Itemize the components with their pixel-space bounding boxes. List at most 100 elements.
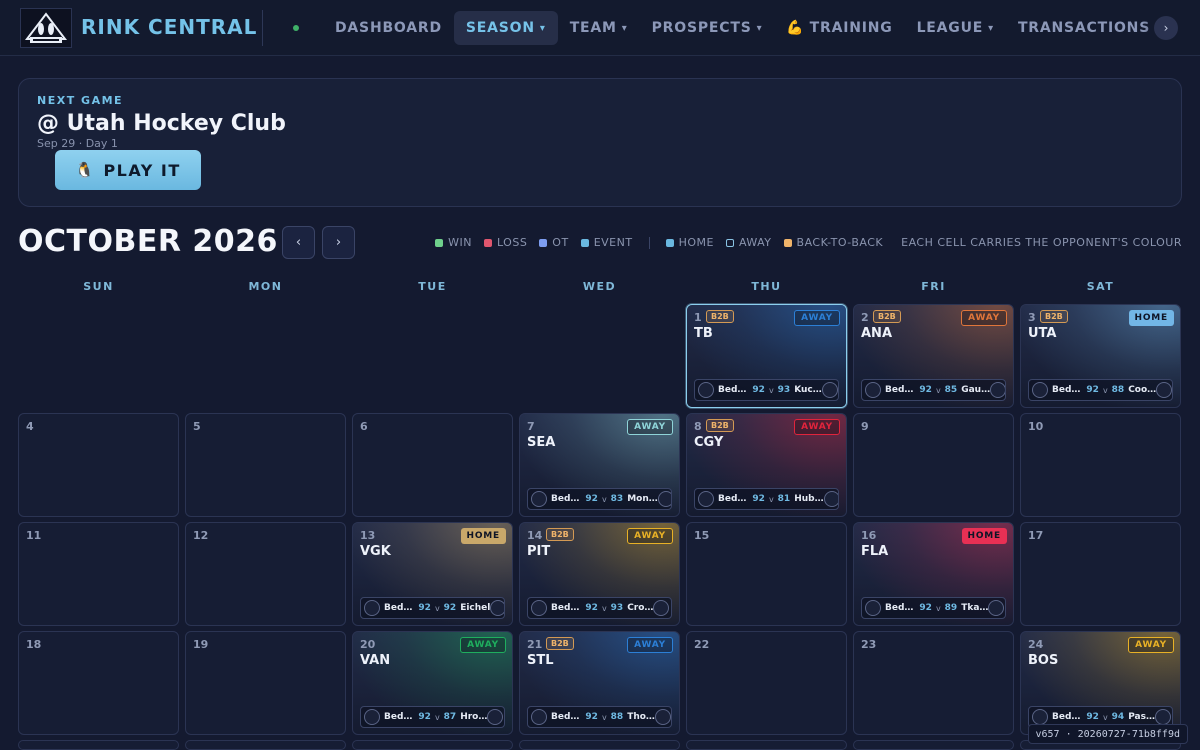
- player-avatar: [364, 709, 380, 725]
- versus-label: v: [434, 712, 440, 722]
- nav-item-prospects[interactable]: PROSPECTS ▾: [640, 11, 775, 45]
- day-number: 3: [1028, 311, 1036, 324]
- version-badge: v657 · 20260727-71b8ff9d: [1027, 724, 1188, 744]
- home-player-name: Bed…: [885, 385, 914, 395]
- game-day-cell[interactable]: 14 B2B AWAY PIT Bed… 92 v 93 Cro…: [519, 522, 680, 626]
- next-game-label: NEXT GAME: [37, 94, 124, 107]
- calendar-day-cell[interactable]: 6: [352, 413, 513, 517]
- calendar-day-cell-offscreen[interactable]: [686, 740, 847, 750]
- goalie-matchup[interactable]: Bed… 92 v 93 Kuc…: [694, 379, 839, 401]
- calendar-day-cell[interactable]: 4: [18, 413, 179, 517]
- opponent-player-rating: 81: [777, 494, 791, 504]
- away-badge: AWAY: [627, 528, 673, 544]
- opponent-player-name: Pas…: [1128, 712, 1155, 722]
- calendar-day-cell-offscreen[interactable]: [853, 740, 1014, 750]
- game-day-cell[interactable]: 13 HOME VGK Bed… 92 v 92 Eichel: [352, 522, 513, 626]
- legend-label: AWAY: [738, 236, 772, 249]
- player-avatar: [487, 709, 504, 725]
- home-badge: HOME: [1128, 310, 1174, 326]
- nav-item-league[interactable]: LEAGUE ▾: [905, 11, 1006, 45]
- day-number: 21: [527, 638, 543, 651]
- home-player-name: Bed…: [384, 603, 413, 613]
- next-month-button[interactable]: ›: [322, 226, 355, 259]
- player-avatar: [821, 382, 838, 398]
- game-day-cell[interactable]: 2 B2B AWAY ANA Bed… 92 v 85 Gau…: [853, 304, 1014, 408]
- nav-item-season[interactable]: SEASON ▾: [453, 11, 558, 45]
- play-game-label: PLAY IT: [103, 160, 181, 180]
- player-avatar: [865, 382, 881, 398]
- nav-item-team[interactable]: TEAM ▾: [558, 11, 640, 45]
- game-day-cell[interactable]: 1 B2B AWAY TB Bed… 92 v 93 Kuc…: [686, 304, 847, 408]
- goalie-matchup[interactable]: Bed… 92 v 89 Tka…: [861, 597, 1006, 619]
- calendar-day-cell-offscreen[interactable]: [185, 740, 346, 750]
- game-day-cell[interactable]: 16 HOME FLA Bed… 92 v 89 Tka…: [853, 522, 1014, 626]
- calendar-day-cell-offscreen[interactable]: [352, 740, 513, 750]
- opponent-player-name: Kuc…: [794, 385, 822, 395]
- next-game-opponent: @ Utah Hockey Club: [37, 111, 286, 136]
- app-brand[interactable]: RINK CENTRAL: [81, 15, 257, 39]
- top-navigation: RINK CENTRAL DASHBOARD SEASON ▾ TEAM ▾ PROSPE…: [0, 0, 1200, 56]
- player-avatar: [1155, 709, 1171, 725]
- goalie-matchup[interactable]: Bed… 92 v 85 Gau…: [861, 379, 1006, 401]
- player-avatar: [654, 709, 671, 725]
- calendar-day-cell-offscreen[interactable]: [519, 740, 680, 750]
- calendar-day-cell[interactable]: 22: [686, 631, 847, 735]
- player-avatar: [531, 600, 547, 616]
- goalie-matchup[interactable]: Bed… 92 v 88 Tho…: [527, 706, 672, 728]
- opponent-player-name: Hro…: [460, 712, 488, 722]
- weekday-sat: SAT: [1086, 280, 1115, 293]
- home-player-rating: 92: [418, 603, 431, 613]
- opponent-player-rating: 92: [443, 603, 457, 613]
- player-avatar: [865, 600, 881, 616]
- game-day-cell[interactable]: 24 AWAY BOS Bed… 92 v 94 Pas…: [1020, 631, 1181, 735]
- calendar-day-cell[interactable]: 12: [185, 522, 346, 626]
- goalie-matchup[interactable]: Bed… 92 v 81 Hub…: [694, 488, 839, 510]
- game-day-cell[interactable]: 20 AWAY VAN Bed… 92 v 87 Hro…: [352, 631, 513, 735]
- opponent-abbrev: ANA: [861, 326, 893, 341]
- goalie-matchup[interactable]: Bed… 92 v 88 Coo…: [1028, 379, 1173, 401]
- chevron-left-icon: ‹: [295, 235, 302, 250]
- calendar-day-cell[interactable]: 17: [1020, 522, 1181, 626]
- nav-item-label: DASHBOARD: [335, 20, 442, 36]
- goalie-matchup[interactable]: Bed… 92 v 83 Mon…: [527, 488, 672, 510]
- calendar-day-cell[interactable]: 23: [853, 631, 1014, 735]
- back-to-back-badge: B2B: [706, 310, 734, 323]
- nav-item-dashboard[interactable]: DASHBOARD: [323, 11, 454, 45]
- game-day-cell[interactable]: 8 B2B AWAY CGY Bed… 92 v 81 Hub…: [686, 413, 847, 517]
- chevron-right-icon: ›: [335, 235, 342, 250]
- opponent-abbrev: CGY: [694, 435, 724, 450]
- away-badge: AWAY: [627, 637, 673, 653]
- calendar-day-cell[interactable]: 18: [18, 631, 179, 735]
- game-day-cell[interactable]: 7 AWAY SEA Bed… 92 v 83 Mon…: [519, 413, 680, 517]
- home-player-rating: 92: [1086, 385, 1099, 395]
- game-day-cell[interactable]: 21 B2B AWAY STL Bed… 92 v 88 Tho…: [519, 631, 680, 735]
- goalie-matchup[interactable]: Bed… 92 v 93 Cro…: [527, 597, 672, 619]
- player-avatar: [1032, 709, 1048, 725]
- nav-divider: [262, 10, 263, 46]
- game-day-cell[interactable]: 3 B2B HOME UTA Bed… 92 v 88 Coo…: [1020, 304, 1181, 408]
- goalie-matchup[interactable]: Bed… 92 v 92 Eichel: [360, 597, 505, 619]
- day-number: 2: [861, 311, 869, 324]
- calendar-day-cell-offscreen[interactable]: [18, 740, 179, 750]
- play-game-button[interactable]: 🐧 PLAY IT: [55, 150, 201, 190]
- previous-month-button[interactable]: ‹: [282, 226, 315, 259]
- legend-divider: [648, 236, 650, 249]
- nav-item-training[interactable]: 💪 TRAINING: [774, 11, 904, 45]
- chevron-down-icon: ▾: [621, 22, 628, 34]
- calendar-day-cell[interactable]: 9: [853, 413, 1014, 517]
- calendar-day-cell[interactable]: 10: [1020, 413, 1181, 517]
- versus-label: v: [434, 603, 440, 613]
- nav-item-label: SEASON: [465, 20, 535, 36]
- calendar-day-cell[interactable]: 19: [185, 631, 346, 735]
- goalie-matchup[interactable]: Bed… 92 v 87 Hro…: [360, 706, 505, 728]
- calendar-day-cell[interactable]: 15: [686, 522, 847, 626]
- calendar-day-cell[interactable]: 5: [185, 413, 346, 517]
- day-number: 19: [193, 638, 209, 651]
- day-number: 6: [360, 420, 368, 433]
- opponent-player-name: Cro…: [627, 603, 654, 613]
- nav-scroll-right-button[interactable]: ›: [1154, 16, 1178, 40]
- team-logo[interactable]: [20, 8, 72, 48]
- player-avatar: [823, 491, 838, 507]
- calendar-day-cell[interactable]: 11: [18, 522, 179, 626]
- nav-item-label: PROSPECTS: [651, 20, 752, 36]
